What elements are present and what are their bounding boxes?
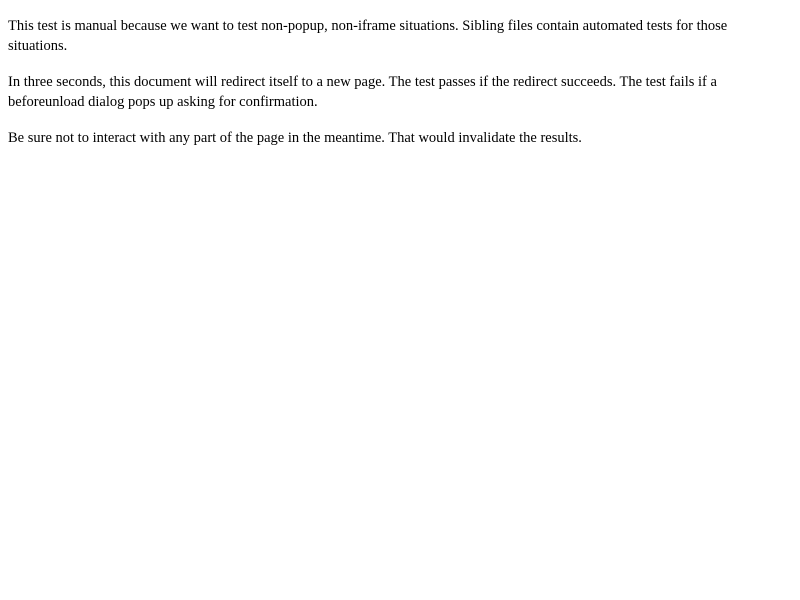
instruction-paragraph: Be sure not to interact with any part of… xyxy=(8,130,582,146)
intro-paragraph: This test is manual because we want to t… xyxy=(8,18,728,54)
redirect-explanation-paragraph: In three seconds, this document will red… xyxy=(8,74,717,110)
page-content: This test is manual because we want to t… xyxy=(8,16,768,164)
